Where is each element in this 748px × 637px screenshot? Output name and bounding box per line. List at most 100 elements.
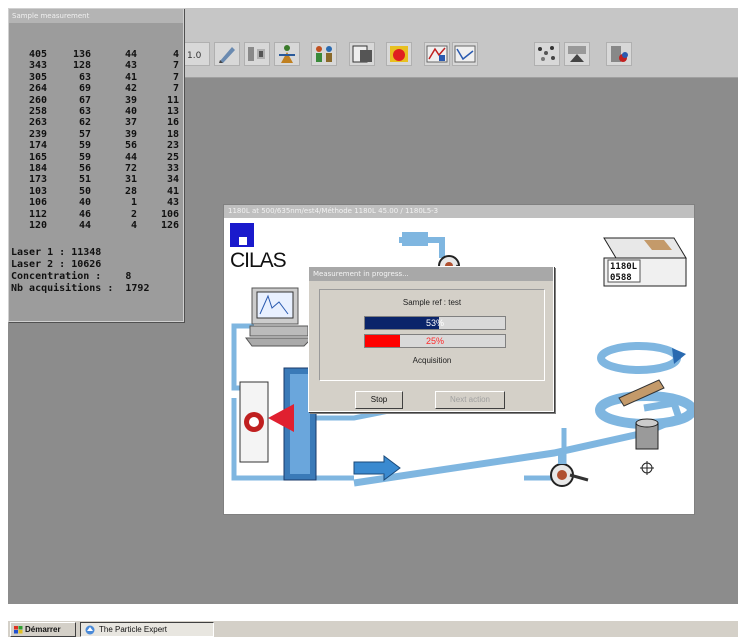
sample-cell: 33 (166, 163, 179, 175)
sample-cell: 63 (78, 106, 91, 118)
sample-row: 173 51 31 34 (19, 174, 179, 185)
sample-cell: 57 (78, 128, 91, 140)
windows-flag-icon (14, 626, 23, 634)
sample-cell: 37 (124, 117, 137, 129)
sample-cell: 51 (78, 174, 91, 186)
sample-cell: 69 (78, 83, 91, 95)
progress-bar-primary-text: 53% (425, 318, 444, 328)
document-icon[interactable] (349, 42, 375, 66)
sample-cell: 67 (78, 94, 91, 106)
sample-cell: 184 (28, 163, 47, 175)
taskbar-app-label: The Particle Expert (99, 625, 168, 634)
measurement-dialog: Measurement in progress... Sample ref : … (308, 266, 554, 412)
sample-ref-label: Sample ref : test (402, 298, 462, 307)
sample-data-table: 405 136 44 4 343 128 43 7 305 63 41 7 264 69 42 7 260 67 3… (19, 49, 179, 232)
chart-icon[interactable] (452, 42, 478, 66)
sample-cell: 43 (124, 60, 137, 72)
sample-cell: 44 (124, 151, 137, 163)
chart-icon[interactable] (424, 42, 450, 66)
concentration-readout: Concentration : 8 (11, 271, 132, 282)
sample-row: 112 46 2 106 (19, 209, 179, 220)
laser1-readout: Laser 1 : 11348 (11, 247, 102, 258)
taskbar-app-button[interactable]: The Particle Expert (80, 622, 214, 637)
scatter-icon[interactable] (534, 42, 560, 66)
color-square-icon[interactable] (386, 42, 412, 66)
sample-cell: 40 (78, 197, 91, 209)
sample-cell: 41 (166, 185, 179, 197)
scale-icon[interactable]: 1.0 (184, 42, 210, 66)
sample-row: 120 44 4 126 (19, 220, 179, 231)
progress-bar-secondary-text: 25% (425, 336, 444, 346)
sample-cell: 13 (166, 106, 179, 118)
svg-text:1.0: 1.0 (187, 51, 202, 61)
acquisitions-readout: Nb acquisitions : 1792 (11, 283, 150, 294)
sample-cell: 263 (28, 117, 47, 129)
device-label-1: 1180L (610, 262, 638, 272)
sample-cell: 106 (28, 197, 47, 209)
sample-cell: 2 (130, 208, 137, 220)
sample-row: 264 69 42 7 (19, 83, 179, 94)
sample-cell: 7 (172, 60, 179, 72)
start-label: Démarrer (25, 625, 61, 634)
sample-cell: 40 (124, 106, 137, 118)
sample-row: 258 63 40 13 (19, 106, 179, 117)
sample-cell: 39 (124, 94, 137, 106)
printer-icon[interactable] (606, 42, 632, 66)
sample-cell: 44 (124, 49, 137, 60)
figure-icon[interactable] (274, 42, 300, 66)
next-action-button[interactable]: Next action (435, 391, 505, 409)
scatter-icon[interactable] (564, 42, 590, 66)
sample-cell: 41 (124, 71, 137, 83)
printer-device-icon: 1180L 0588 (603, 237, 687, 287)
stop-button[interactable]: Stop (355, 391, 403, 409)
sample-cell: 239 (28, 128, 47, 140)
sample-cell: 136 (72, 49, 91, 60)
sample-cell: 120 (28, 220, 47, 232)
sample-cell: 59 (78, 140, 91, 152)
sample-cell: 50 (78, 185, 91, 197)
sample-cell: 174 (28, 140, 47, 152)
sample-row: 165 59 44 25 (19, 152, 179, 163)
sample-row: 405 136 44 4 (19, 49, 179, 60)
sample-cell: 44 (78, 220, 91, 232)
sample-row: 263 62 37 16 (19, 117, 179, 128)
computer-icon (245, 287, 314, 347)
sample-cell: 25 (166, 151, 179, 163)
sample-cell: 1 (130, 197, 137, 209)
people-icon[interactable] (311, 42, 337, 66)
sample-cell: 56 (78, 163, 91, 175)
sample-cell: 4 (172, 49, 179, 60)
sample-row: 260 67 39 11 (19, 95, 179, 106)
sample-cell: 63 (78, 71, 91, 83)
sample-cell: 16 (166, 117, 179, 129)
sample-cell: 28 (124, 185, 137, 197)
sample-cell: 126 (160, 220, 179, 232)
particle-expert-icon (85, 625, 95, 635)
sample-cell: 260 (28, 94, 47, 106)
pen-icon[interactable] (214, 42, 240, 66)
sample-cell: 23 (166, 140, 179, 152)
sample-row: 239 57 39 18 (19, 129, 179, 140)
sample-cell: 173 (28, 174, 47, 186)
sample-row: 305 63 41 7 (19, 72, 179, 83)
sample-cell: 7 (172, 83, 179, 95)
sample-cell: 56 (124, 140, 137, 152)
sample-cell: 112 (28, 208, 47, 220)
taskbar: Démarrer The Particle Expert (8, 620, 738, 637)
sample-cell: 39 (124, 128, 137, 140)
sample-cell: 42 (124, 83, 137, 95)
sample-row: 343 128 43 7 (19, 60, 179, 71)
sample-cell: 4 (130, 220, 137, 232)
sample-cell: 72 (124, 163, 137, 175)
sample-cell: 43 (166, 197, 179, 209)
sample-cell: 343 (28, 60, 47, 72)
laser2-readout: Laser 2 : 10626 (11, 259, 102, 270)
device-label-2: 0588 (610, 273, 632, 283)
tools-icon[interactable] (244, 42, 270, 66)
laser-unit-icon (239, 367, 317, 481)
sample-cell: 128 (72, 60, 91, 72)
app-window-title: 1180L at 500/635nm/est4/Méthode 1180L 45… (224, 205, 694, 218)
sample-cell: 103 (28, 185, 47, 197)
start-button[interactable]: Démarrer (10, 622, 76, 637)
progress-bar-secondary: 25% (364, 334, 506, 348)
